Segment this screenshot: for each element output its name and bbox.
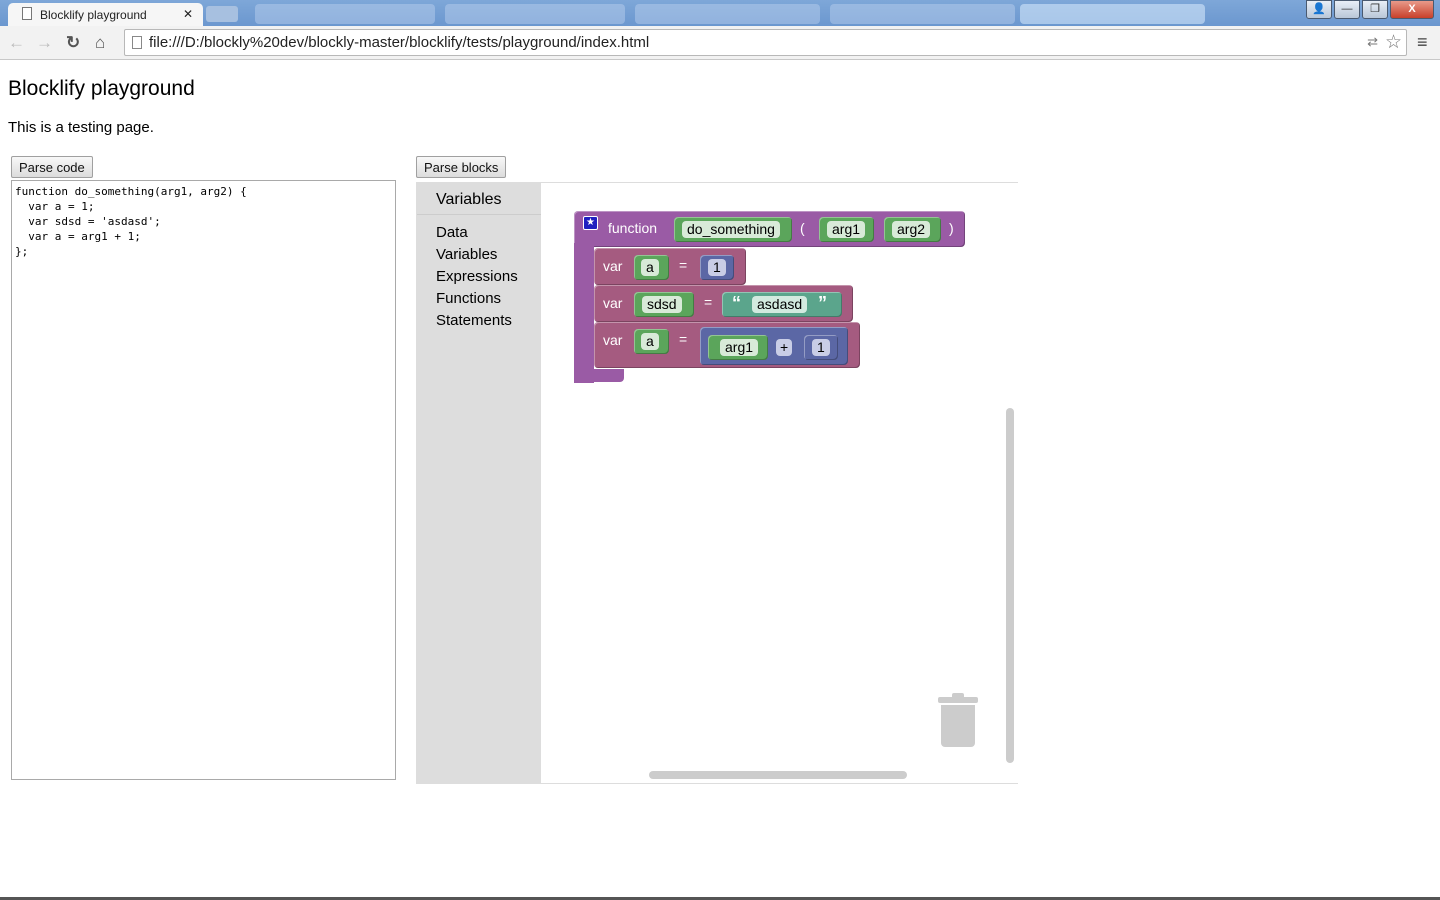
tab-background[interactable] [635,4,820,24]
toolbox-category-statements[interactable]: Statements [436,312,512,329]
translate-icon[interactable]: ⇄ [1367,34,1378,50]
trash-icon[interactable] [938,693,978,749]
equals-sign: = [679,257,688,273]
parse-code-button[interactable]: Parse code [11,156,93,178]
vertical-scrollbar[interactable] [1006,408,1014,763]
variable-block[interactable]: arg1 [708,335,768,360]
binary-expression-block[interactable]: arg1 + 1 [700,327,848,365]
page-title: Blocklify playground [8,77,195,100]
var-keyword: var [603,258,623,274]
back-icon[interactable]: ← [8,33,25,53]
string-field[interactable]: asdasd [752,296,808,313]
code-editor[interactable] [11,180,396,780]
tab-title: Blocklify playground [40,8,147,22]
address-bar[interactable]: file:///D:/blockly%20dev/blockly-master/… [124,29,1407,56]
toolbox-category-data[interactable]: Data [436,224,468,241]
window-controls: 👤 — ❐ X [1306,0,1434,19]
toolbox: Variables Data Variables Expressions Fun… [417,183,541,783]
minimize-button[interactable]: — [1334,0,1360,19]
var-statement-block[interactable]: var a = 1 [594,248,746,285]
tab-background[interactable] [830,4,1015,24]
tab-background[interactable] [255,4,435,24]
function-keyword: function [608,220,658,236]
title-bar: Blocklify playground ✕ 👤 — ❐ X [0,0,1440,26]
number-field[interactable]: 1 [708,259,726,276]
home-icon[interactable]: ⌂ [95,33,105,53]
variable-field[interactable]: arg1 [720,339,759,356]
arg1-field[interactable]: arg1 [827,221,866,238]
reload-icon[interactable]: ↻ [66,33,80,53]
variable-field[interactable]: a [641,333,659,350]
variable-block[interactable]: a [634,255,669,280]
string-block[interactable]: “ asdasd ” [722,292,842,317]
variable-block[interactable]: sdsd [634,292,694,317]
variable-field[interactable]: sdsd [642,296,682,313]
toolbox-category-variables-header[interactable]: Variables [436,191,502,209]
close-paren: ) [949,220,954,236]
var-keyword: var [603,332,623,348]
toolbox-category-expressions[interactable]: Expressions [436,268,518,285]
arg2-field[interactable]: arg2 [892,221,931,238]
star-icon[interactable]: ☆ [1385,31,1402,54]
forward-icon[interactable]: → [36,33,53,53]
page-icon [22,7,32,20]
function-block-bottom [574,369,624,382]
function-block-arm [574,243,594,383]
var-statement-block[interactable]: var sdsd = “ asdasd ” [594,285,853,322]
browser-toolbar: ← → ↻ ⌂ file:///D:/blockly%20dev/blockly… [0,26,1440,60]
page-icon [132,36,142,49]
arg1-block[interactable]: arg1 [819,217,874,242]
variable-field[interactable]: a [641,259,659,276]
function-name-field[interactable]: do_something [682,221,780,238]
number-field[interactable]: 1 [812,339,830,356]
horizontal-scrollbar[interactable] [649,771,907,779]
function-block[interactable]: ★ function do_something ( arg1 arg2 ) [574,211,965,247]
blockly-editor: Variables Data Variables Expressions Fun… [416,182,1018,784]
equals-sign: = [679,331,688,347]
open-quote: “ [732,293,741,313]
divider [417,214,541,215]
open-paren: ( [800,220,805,236]
user-icon[interactable]: 👤 [1306,0,1332,19]
menu-icon[interactable]: ≡ [1417,32,1428,53]
parse-blocks-button[interactable]: Parse blocks [416,156,507,178]
close-tab-icon[interactable]: ✕ [183,7,193,21]
toolbox-category-variables[interactable]: Variables [436,246,497,263]
operator-field[interactable]: + [776,339,793,356]
close-quote: ” [818,293,827,313]
close-window-button[interactable]: X [1390,0,1434,19]
toolbox-category-functions[interactable]: Functions [436,290,501,307]
mutator-star-icon[interactable]: ★ [583,216,598,230]
variable-block[interactable]: a [634,329,669,354]
url-text: file:///D:/blockly%20dev/blockly-master/… [149,34,650,51]
number-block[interactable]: 1 [804,335,838,360]
function-name-block[interactable]: do_something [674,217,792,242]
intro-text: This is a testing page. [8,119,154,136]
tab-background[interactable] [1020,4,1205,24]
var-statement-block[interactable]: var a = arg1 + 1 [594,322,860,368]
equals-sign: = [704,294,713,310]
maximize-button[interactable]: ❐ [1362,0,1388,19]
arg2-block[interactable]: arg2 [884,217,941,242]
tab-blocklify-playground[interactable]: Blocklify playground ✕ [8,3,203,26]
new-tab-button[interactable] [206,6,238,22]
number-block[interactable]: 1 [700,255,734,280]
workspace[interactable]: ★ function do_something ( arg1 arg2 ) va… [541,183,1018,783]
var-keyword: var [603,295,623,311]
tab-background[interactable] [445,4,625,24]
